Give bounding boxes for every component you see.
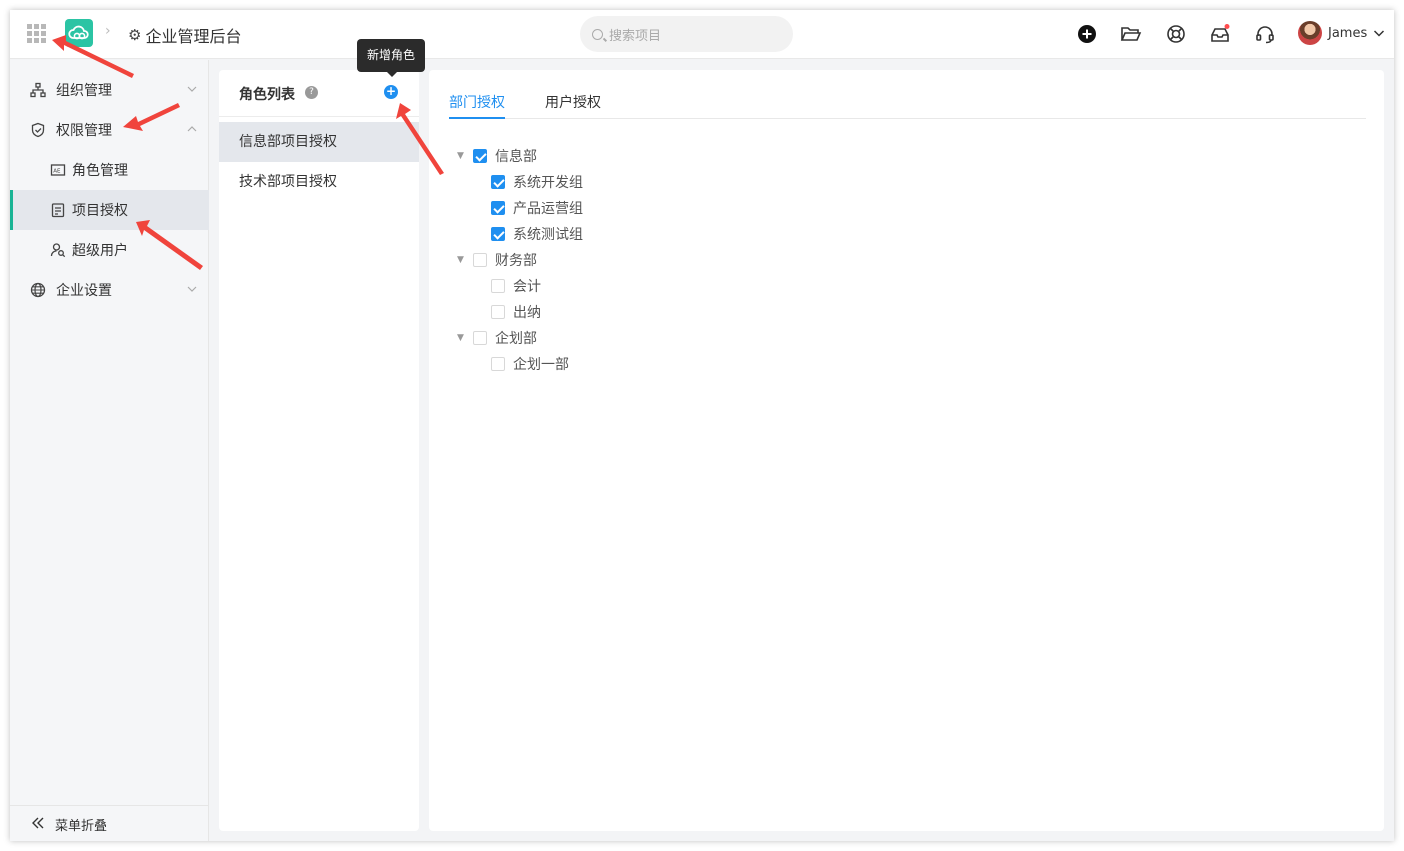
avatar	[1298, 21, 1322, 45]
question-icon[interactable]: ?	[305, 86, 318, 99]
chevron-up-icon	[187, 124, 197, 137]
tree-label: 系统测试组	[513, 227, 583, 243]
apps-grid-icon[interactable]	[27, 24, 47, 44]
tree-node: 企划一部	[429, 351, 829, 377]
tree-checkbox[interactable]	[491, 279, 505, 293]
sidebar-item-label: 角色管理	[72, 163, 128, 179]
lifebuoy-icon[interactable]	[1165, 23, 1187, 45]
tree-label: 企划一部	[513, 357, 569, 373]
app-window: › ⚙ 企业管理后台 搜索项目 James 组织管理 权限管理 AE 角色管理 …	[10, 10, 1394, 841]
svg-text:AE: AE	[53, 169, 61, 175]
role-list-panel: 角色列表 ? + 信息部项目授权 技术部项目授权	[219, 70, 419, 831]
tree-label: 出纳	[513, 305, 541, 321]
tree-label: 会计	[513, 279, 541, 295]
authorization-panel: 部门授权 用户授权 ▼ 信息部 系统开发组 产品运营组 系统测试组 ▼ 财务部	[429, 70, 1384, 831]
user-name: James	[1328, 25, 1368, 41]
globe-icon	[30, 282, 46, 298]
app-title: 企业管理后台	[145, 27, 242, 46]
role-item[interactable]: 信息部项目授权	[219, 122, 419, 162]
tree-checkbox[interactable]	[491, 227, 505, 241]
user-search-icon	[50, 242, 66, 258]
add-role-tooltip: 新增角色	[357, 39, 425, 77]
role-item[interactable]: 技术部项目授权	[219, 162, 419, 202]
sidebar: 组织管理 权限管理 AE 角色管理 项目授权 超级用户 企业设置 菜单折叠	[10, 60, 209, 841]
tree-node: ▼ 企划部	[429, 325, 829, 351]
id-card-icon: AE	[50, 162, 66, 178]
chevron-down-icon	[187, 84, 197, 97]
sidebar-item-label: 组织管理	[56, 83, 112, 99]
tree-checkbox[interactable]	[491, 357, 505, 371]
add-role-button[interactable]: +	[384, 85, 398, 99]
tree-label: 系统开发组	[513, 175, 583, 191]
org-chart-icon	[30, 82, 46, 98]
shield-icon	[30, 122, 46, 138]
sidebar-item-permissions[interactable]: 权限管理	[10, 110, 209, 150]
tree-checkbox[interactable]	[473, 253, 487, 267]
sidebar-item-label: 权限管理	[56, 123, 112, 139]
top-header: › ⚙ 企业管理后台 搜索项目 James	[10, 10, 1394, 59]
sidebar-item-org[interactable]: 组织管理	[10, 70, 209, 110]
sidebar-item-label: 企业设置	[56, 283, 112, 299]
sidebar-item-enterprise-settings[interactable]: 企业设置	[10, 270, 209, 310]
search-input[interactable]: 搜索项目	[580, 16, 793, 52]
search-icon	[592, 28, 603, 40]
breadcrumb-chevron-icon: ›	[105, 23, 111, 39]
chevron-down-icon	[187, 284, 197, 297]
tree-node: 系统测试组	[429, 221, 829, 247]
gear-icon: ⚙	[128, 26, 142, 44]
tree-checkbox[interactable]	[491, 175, 505, 189]
caret-down-icon[interactable]: ▼	[457, 255, 464, 265]
tree-checkbox[interactable]	[491, 305, 505, 319]
tab-department-authorization[interactable]: 部门授权	[449, 92, 505, 119]
caret-down-icon[interactable]: ▼	[457, 333, 464, 343]
headset-icon[interactable]	[1254, 23, 1276, 45]
tree-node: ▼ 财务部	[429, 247, 829, 273]
tab-bar: 部门授权 用户授权	[449, 88, 1366, 119]
tab-user-authorization[interactable]: 用户授权	[545, 92, 601, 119]
tree-node: 会计	[429, 273, 829, 299]
tree-node: 系统开发组	[429, 169, 829, 195]
search-placeholder: 搜索项目	[609, 28, 662, 44]
collapse-label: 菜单折叠	[55, 819, 108, 834]
chevron-down-icon	[1373, 24, 1385, 43]
tree-node: ▼ 信息部	[429, 143, 829, 169]
tree-node: 产品运营组	[429, 195, 829, 221]
breadcrumb[interactable]: ⚙ 企业管理后台	[128, 23, 241, 47]
tree-label: 产品运营组	[513, 201, 583, 217]
sidebar-item-label: 项目授权	[72, 203, 128, 219]
clipboard-icon	[50, 202, 66, 218]
sidebar-item-label: 超级用户	[72, 243, 128, 259]
sidebar-item-project-authorization[interactable]: 项目授权	[10, 190, 209, 230]
tree-label: 信息部	[495, 149, 537, 165]
inbox-icon[interactable]	[1209, 23, 1231, 45]
folder-open-icon[interactable]	[1120, 23, 1142, 45]
plus-circle-icon[interactable]	[1076, 23, 1098, 45]
cloud-logo-icon[interactable]	[65, 19, 93, 47]
role-list-title: 角色列表	[239, 87, 295, 103]
tree-label: 企划部	[495, 331, 537, 347]
sidebar-item-super-user[interactable]: 超级用户	[10, 230, 209, 270]
tree-checkbox[interactable]	[473, 149, 487, 163]
tree-label: 财务部	[495, 253, 537, 269]
tree-checkbox[interactable]	[491, 201, 505, 215]
divider	[219, 116, 419, 117]
caret-down-icon[interactable]: ▼	[457, 151, 464, 161]
collapse-menu-button[interactable]: 菜单折叠	[10, 805, 209, 841]
tree-checkbox[interactable]	[473, 331, 487, 345]
double-chevron-left-icon	[31, 816, 45, 834]
user-menu[interactable]: James	[1298, 21, 1385, 45]
tree-node: 出纳	[429, 299, 829, 325]
sidebar-item-role-management[interactable]: AE 角色管理	[10, 150, 209, 190]
